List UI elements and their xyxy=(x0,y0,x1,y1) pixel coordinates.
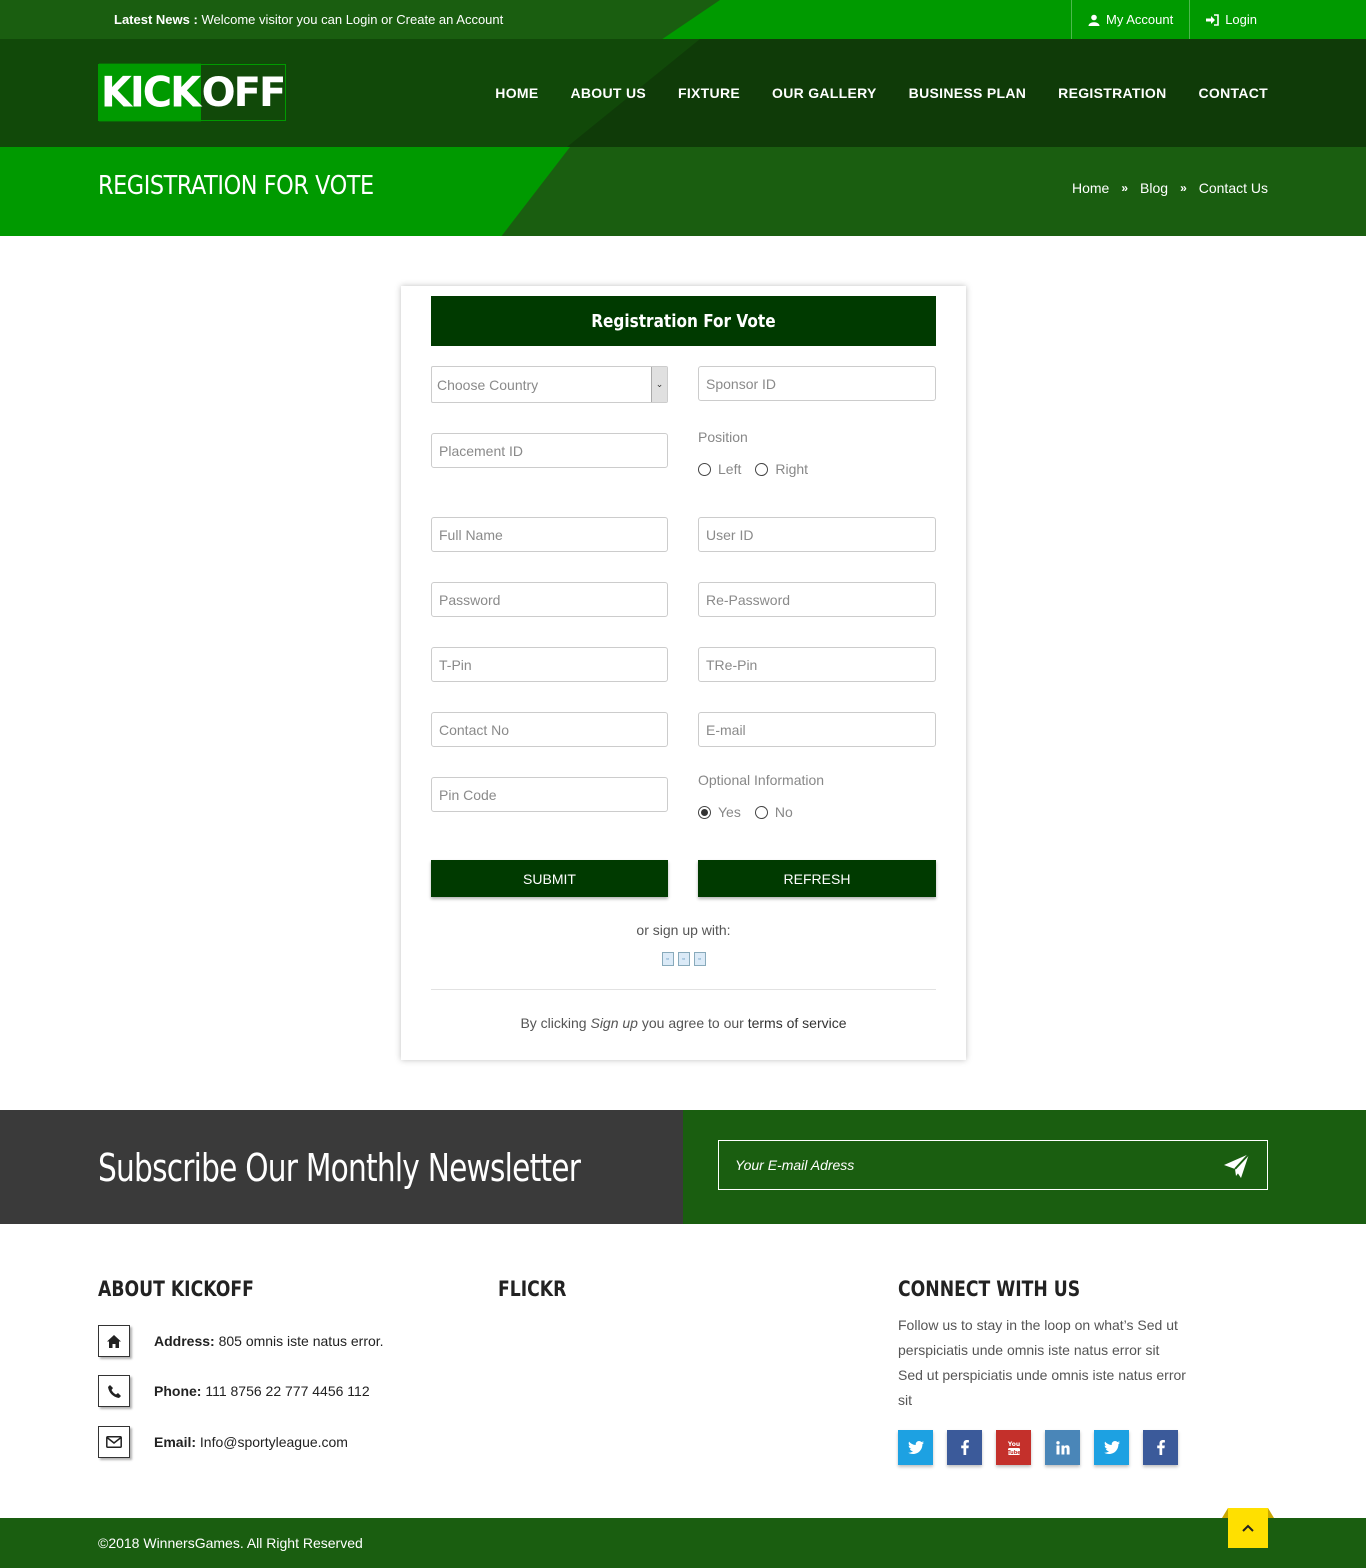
svg-text:You: You xyxy=(1007,1441,1020,1448)
news-label: Latest News : xyxy=(114,12,198,27)
kickoff-logo[interactable]: KICK OFF xyxy=(98,63,287,122)
twitter-icon[interactable] xyxy=(898,1430,933,1465)
logo-kick: KICK xyxy=(99,63,201,122)
registration-heading: Registration For Vote xyxy=(431,296,936,346)
placement-id-input[interactable] xyxy=(431,433,668,468)
email-text: Info@sportyleague.com xyxy=(199,1434,348,1450)
svg-text:Tube: Tube xyxy=(1007,1449,1021,1455)
country-select-value: Choose Country xyxy=(437,377,539,393)
tre-pin-input[interactable] xyxy=(698,647,936,682)
phone-text: 111 8756 22 777 4456 112 xyxy=(205,1383,370,1399)
account-links: My Account Login xyxy=(1070,0,1366,39)
or-sign-up-text: or sign up with: xyxy=(636,922,731,938)
nav-fixture[interactable]: FIXTURE xyxy=(678,85,740,101)
position-right-option[interactable]: Right xyxy=(755,461,808,477)
pin-code-input[interactable] xyxy=(431,777,668,812)
password-input[interactable] xyxy=(431,582,668,617)
footer-bottom-bar: ©2018 WinnersGames. All Right Reserved xyxy=(0,1518,1366,1568)
phone-info: Phone: 111 8756 22 777 4456 112 xyxy=(98,1375,370,1407)
latest-news: Latest News : Welcome visitor you can Lo… xyxy=(114,12,503,27)
radio-left[interactable] xyxy=(698,462,711,476)
follow-text: Follow us to stay in the loop on what’s … xyxy=(898,1317,1186,1408)
login-link[interactable]: Login xyxy=(1189,0,1366,39)
refresh-button[interactable]: REFRESH xyxy=(698,860,936,897)
linkedin-icon[interactable] xyxy=(1045,1430,1080,1465)
nav-registration[interactable]: REGISTRATION xyxy=(1058,85,1166,101)
envelope-icon xyxy=(98,1426,130,1458)
broken-image-icon[interactable]: ▫ xyxy=(677,952,690,966)
submit-button[interactable]: SUBMIT xyxy=(431,860,668,897)
logo-off: OFF xyxy=(201,69,287,116)
address-info: Address: 805 omnis iste natus error. xyxy=(98,1325,384,1357)
nav-contact[interactable]: CONTACT xyxy=(1199,85,1269,101)
terms-text: By clicking Sign up you agree to our ter… xyxy=(520,1015,847,1031)
nav-our-gallery[interactable]: OUR GALLERY xyxy=(772,85,877,101)
user-icon xyxy=(1088,14,1100,26)
contact-no-input[interactable] xyxy=(431,712,668,747)
radio-right[interactable] xyxy=(755,462,769,476)
page-title-band: REGISTRATION FOR VOTE Home » Blog » Cont… xyxy=(0,147,1366,236)
optional-info-label: Optional Information xyxy=(698,772,825,788)
position-radios: Left Right xyxy=(698,461,808,477)
main-nav: HOME ABOUT US FIXTURE OUR GALLERY BUSINE… xyxy=(495,85,1268,101)
home-icon xyxy=(98,1325,130,1357)
registration-card: Registration For Vote Choose Country ⌄ P… xyxy=(401,286,966,1060)
my-account-link[interactable]: My Account xyxy=(1070,0,1189,39)
optional-no-option[interactable]: No xyxy=(754,804,793,820)
nav-about-us[interactable]: ABOUT US xyxy=(570,85,646,101)
chevron-up-icon xyxy=(1242,1524,1254,1532)
connect-with-us-title: CONNECT WITH US xyxy=(898,1277,1081,1301)
page-title: REGISTRATION FOR VOTE xyxy=(98,171,374,201)
copyright-text: ©2018 WinnersGames. All Right Reserved xyxy=(98,1535,363,1551)
broken-image-icon[interactable]: ▫ xyxy=(693,952,706,966)
sponsor-id-input[interactable] xyxy=(698,366,936,401)
broken-image-icon[interactable]: ▫ xyxy=(661,952,674,966)
paper-plane-icon[interactable] xyxy=(1221,1151,1251,1181)
newsletter-form xyxy=(683,1110,1366,1224)
re-password-input[interactable] xyxy=(698,582,936,617)
social-links: You Tube xyxy=(898,1430,1178,1465)
nav-business-plan[interactable]: BUSINESS PLAN xyxy=(909,85,1026,101)
newsletter-email-input[interactable] xyxy=(719,1141,1199,1189)
user-id-input[interactable] xyxy=(698,517,936,552)
nav-home[interactable]: HOME xyxy=(495,85,538,101)
flickr-title: FLICKR xyxy=(498,1277,567,1301)
email-input[interactable] xyxy=(698,712,936,747)
position-label: Position xyxy=(698,429,748,445)
back-to-top-button[interactable] xyxy=(1222,1508,1274,1548)
breadcrumb-blog[interactable]: Blog xyxy=(1140,180,1168,196)
position-left-option[interactable]: Left xyxy=(698,461,741,477)
facebook-icon[interactable] xyxy=(947,1430,982,1465)
youtube-icon[interactable]: You Tube xyxy=(996,1430,1031,1465)
social-signup-icons: ▫ ▫ ▫ xyxy=(401,952,966,966)
top-bar: Latest News : Welcome visitor you can Lo… xyxy=(0,0,1366,39)
newsletter-title: Subscribe Our Monthly Newsletter xyxy=(98,1146,581,1190)
full-name-input[interactable] xyxy=(431,517,668,552)
breadcrumb-contact-us[interactable]: Contact Us xyxy=(1199,180,1268,196)
address-text: 805 omnis iste natus error. xyxy=(218,1333,384,1349)
terms-of-service-link[interactable]: terms of service xyxy=(748,1015,847,1031)
site-header: KICK OFF HOME ABOUT US FIXTURE OUR GALLE… xyxy=(0,39,1366,147)
sign-in-icon xyxy=(1206,13,1219,26)
double-chevron-right-icon: » xyxy=(1121,181,1129,195)
breadcrumb-home[interactable]: Home xyxy=(1072,180,1109,196)
t-pin-input[interactable] xyxy=(431,647,668,682)
breadcrumb: Home » Blog » Contact Us xyxy=(1072,180,1268,196)
newsletter-input-box xyxy=(718,1140,1268,1190)
divider xyxy=(431,989,936,990)
news-text: Welcome visitor you can Login or Create … xyxy=(201,12,504,27)
facebook-icon[interactable] xyxy=(1143,1430,1178,1465)
radio-yes[interactable] xyxy=(698,805,711,819)
about-kickoff-title: ABOUT KICKOFF xyxy=(98,1277,254,1301)
country-select[interactable]: Choose Country ⌄ xyxy=(431,366,668,403)
double-chevron-right-icon: » xyxy=(1180,181,1187,195)
optional-info-radios: Yes No xyxy=(698,804,793,820)
chevron-down-icon[interactable]: ⌄ xyxy=(651,367,667,402)
twitter-icon[interactable] xyxy=(1094,1430,1129,1465)
optional-yes-option[interactable]: Yes xyxy=(698,804,741,820)
radio-no[interactable] xyxy=(754,805,768,819)
phone-icon xyxy=(98,1375,130,1407)
email-info: Email: Info@sportyleague.com xyxy=(98,1426,348,1458)
newsletter-section: Subscribe Our Monthly Newsletter xyxy=(0,1110,683,1224)
